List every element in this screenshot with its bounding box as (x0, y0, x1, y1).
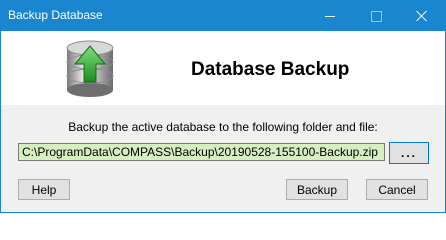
help-button[interactable]: Help (18, 179, 70, 200)
maximize-button (353, 1, 399, 31)
minimize-icon (325, 15, 335, 17)
header-band: Database Backup (1, 31, 445, 105)
browse-button[interactable]: ... (389, 142, 429, 164)
backup-button[interactable]: Backup (286, 179, 348, 200)
minimize-button[interactable] (307, 1, 353, 31)
instruction-text: Backup the active database to the follow… (68, 120, 378, 134)
window-title: Backup Database (8, 8, 103, 22)
maximize-icon (370, 10, 382, 22)
close-button[interactable] (399, 1, 445, 31)
close-icon (416, 10, 428, 22)
backup-button-label: Backup (296, 182, 338, 197)
dialog-body: Backup the active database to the follow… (1, 105, 445, 212)
cancel-button-label: Cancel (378, 182, 416, 197)
browse-button-label: ... (400, 146, 417, 160)
page-title: Database Backup (191, 59, 350, 80)
database-upload-icon (66, 40, 114, 97)
backup-path-field[interactable] (18, 143, 385, 161)
help-button-label: Help (31, 182, 57, 197)
backup-database-window: Backup Database Database Backup Backup t… (0, 0, 446, 213)
cancel-button[interactable]: Cancel (366, 179, 428, 200)
title-bar[interactable]: Backup Database (1, 1, 445, 31)
